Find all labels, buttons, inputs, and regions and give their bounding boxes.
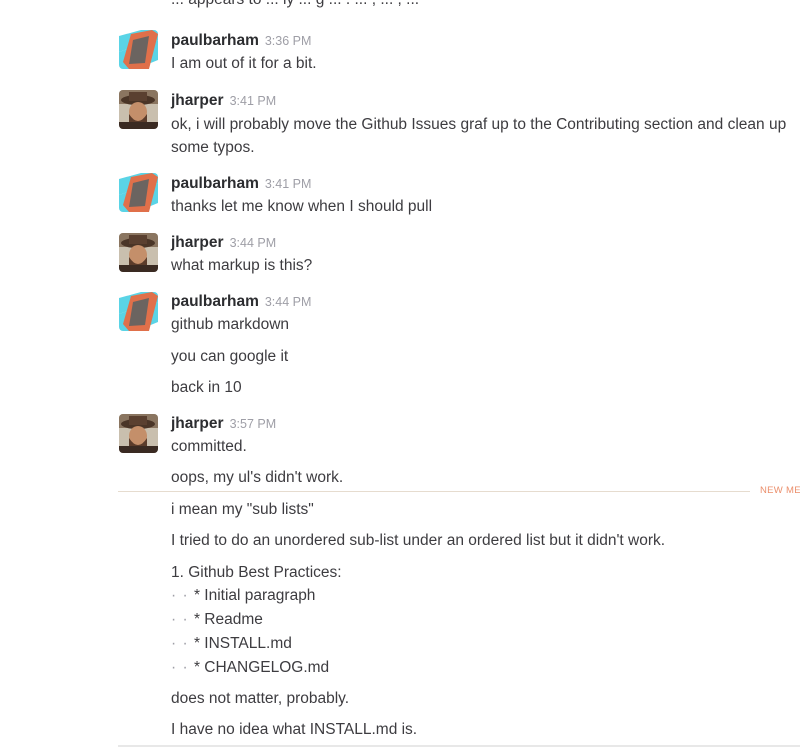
avatar-paulbarham[interactable] (119, 30, 158, 69)
message-text: does not matter, probably. (171, 690, 350, 707)
list-item-text: * Initial paragraph (193, 587, 316, 604)
timestamp[interactable]: 3:44 PM (265, 295, 312, 309)
message-input-border (118, 745, 800, 747)
indent-dots: · · (171, 659, 194, 676)
timestamp[interactable]: 3:57 PM (230, 417, 277, 431)
message-text: what markup is this? (171, 257, 313, 274)
message-text: I am out of it for a bit. (171, 55, 317, 72)
indent-dots: · · (171, 587, 194, 604)
avatar-paulbarham[interactable] (119, 292, 158, 331)
list-heading: 1. Github Best Practices: (171, 564, 342, 581)
username[interactable]: paulbarham (171, 175, 259, 192)
message-text: i mean my "sub lists" (171, 501, 314, 518)
jharper-avatar-icon (119, 233, 158, 272)
message-header: jharper 3:41 PM (171, 91, 276, 111)
timestamp[interactable]: 3:44 PM (230, 236, 277, 250)
indent-dots: · · (171, 611, 194, 628)
new-messages-divider (118, 491, 750, 492)
message-text: thanks let me know when I should pull (171, 198, 433, 215)
jharper-avatar-icon (119, 90, 158, 129)
list-item: · · * INSTALL.md (171, 633, 292, 655)
message-text: github markdown (171, 316, 290, 333)
message-header: jharper 3:57 PM (171, 414, 276, 434)
list-item: · · * Initial paragraph (171, 585, 315, 607)
paulbarham-avatar-icon (119, 173, 158, 212)
message-header: paulbarham 3:36 PM (171, 31, 311, 51)
message-text: I tried to do an unordered sub-list unde… (171, 532, 666, 549)
paulbarham-avatar-icon (119, 292, 158, 331)
paulbarham-avatar-icon (119, 30, 158, 69)
username[interactable]: paulbarham (171, 293, 259, 310)
message-text: you can google it (171, 348, 289, 365)
clipped-message-text: ... appears to ... ly ... g ... . ... , … (171, 0, 419, 9)
list-item: · · * CHANGELOG.md (171, 657, 329, 679)
avatar-jharper[interactable] (119, 414, 158, 453)
timestamp[interactable]: 3:41 PM (230, 94, 277, 108)
list-item: · · * Readme (171, 609, 263, 631)
avatar-paulbarham[interactable] (119, 173, 158, 212)
message-text: back in 10 (171, 379, 242, 396)
list-item-text: * CHANGELOG.md (193, 659, 330, 676)
new-messages-label: NEW MES (760, 485, 800, 496)
message-text: committed. (171, 438, 247, 455)
avatar-jharper[interactable] (119, 233, 158, 272)
message-header: paulbarham 3:44 PM (171, 292, 311, 312)
message-text: ok, i will probably move the Github Issu… (171, 116, 787, 156)
list-item-text: * INSTALL.md (193, 635, 292, 652)
avatar-jharper[interactable] (119, 90, 158, 129)
indent-dots: · · (171, 635, 194, 652)
jharper-avatar-icon (119, 414, 158, 453)
message-header: paulbarham 3:41 PM (171, 174, 311, 194)
timestamp[interactable]: 3:36 PM (265, 34, 312, 48)
username[interactable]: paulbarham (171, 32, 259, 49)
timestamp[interactable]: 3:41 PM (265, 177, 312, 191)
username[interactable]: jharper (171, 234, 224, 251)
username[interactable]: jharper (171, 415, 224, 432)
message-text: I have no idea what INSTALL.md is. (171, 721, 418, 738)
username[interactable]: jharper (171, 92, 224, 109)
message-text: oops, my ul's didn't work. (171, 469, 344, 486)
message-header: jharper 3:44 PM (171, 233, 276, 253)
list-item-text: * Readme (193, 611, 263, 628)
